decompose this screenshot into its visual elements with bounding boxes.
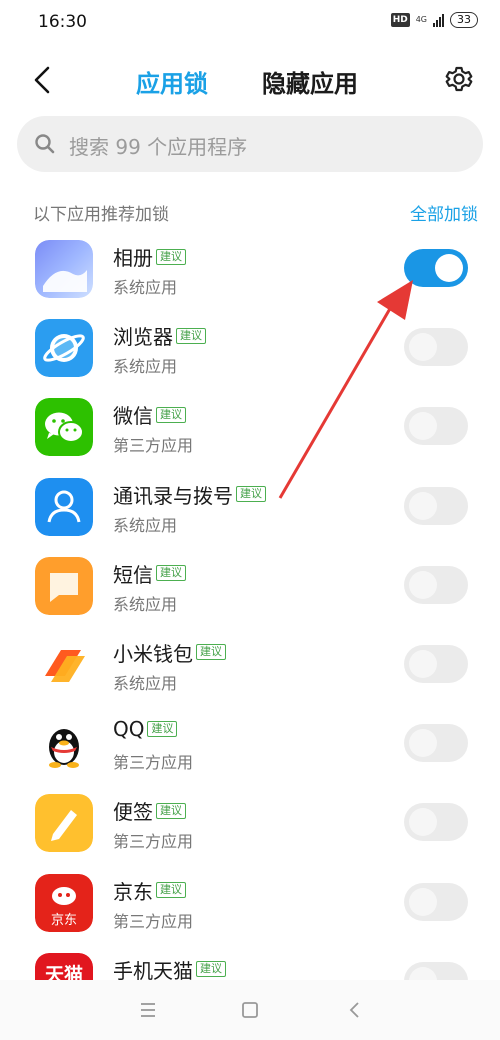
- list-item[interactable]: 小米钱包 建议 系统应用: [0, 626, 500, 705]
- qq-icon: [35, 715, 93, 774]
- lock-toggle[interactable]: [404, 249, 468, 287]
- app-type: 第三方应用: [113, 832, 194, 852]
- lock-toggle[interactable]: [404, 803, 468, 842]
- section-header: 以下应用推荐加锁 全部加锁: [0, 196, 500, 226]
- app-type: 系统应用: [113, 673, 178, 693]
- battery-icon: 33: [450, 12, 478, 28]
- app-type: 第三方应用: [113, 911, 194, 931]
- mi-wallet-icon: [35, 635, 93, 694]
- status-time: 16:30: [38, 12, 87, 32]
- lock-toggle[interactable]: [404, 486, 468, 525]
- lock-toggle[interactable]: [404, 407, 468, 446]
- back-icon[interactable]: [343, 998, 367, 1022]
- recommend-badge: 建议: [156, 882, 186, 898]
- navigation-bar: [0, 980, 500, 1040]
- lock-toggle[interactable]: [404, 328, 468, 367]
- app-name: 相册: [113, 246, 153, 270]
- app-name: 浏览器: [113, 325, 173, 350]
- jd-icon-label: 京东: [51, 913, 77, 928]
- list-item[interactable]: QQ 建议 第三方应用: [0, 705, 500, 784]
- recommend-badge: 建议: [196, 961, 226, 978]
- menu-icon[interactable]: [136, 998, 160, 1022]
- recommend-badge: 建议: [156, 802, 186, 819]
- app-type: 第三方应用: [113, 436, 194, 456]
- messages-icon: [35, 556, 93, 615]
- browser-icon: [35, 319, 93, 378]
- app-type: 系统应用: [113, 515, 178, 535]
- tab-hidden-apps[interactable]: 隐藏应用: [262, 64, 358, 99]
- home-icon[interactable]: [238, 998, 262, 1022]
- app-name: 通讯录与拨号: [113, 483, 233, 508]
- contacts-icon: [35, 477, 93, 536]
- search-icon: [35, 134, 55, 154]
- back-button[interactable]: [26, 62, 62, 98]
- list-item[interactable]: 微信 建议 第三方应用: [0, 388, 500, 467]
- recommend-badge: 建议: [147, 721, 178, 738]
- list-item[interactable]: 短信 建议 系统应用: [0, 547, 500, 626]
- recommend-badge: 建议: [236, 486, 266, 503]
- status-bar: 16:30 HD 4G 33: [0, 0, 500, 46]
- recommend-badge: 建议: [156, 565, 186, 582]
- list-item[interactable]: 京东 京东 建议 第三方应用: [0, 864, 500, 943]
- section-title: 以下应用推荐加锁: [33, 205, 169, 225]
- app-type: 第三方应用: [113, 753, 194, 773]
- search-placeholder: 搜索 99 个应用程序: [69, 135, 248, 159]
- recommend-badge: 建议: [196, 644, 226, 661]
- app-type: 系统应用: [113, 357, 178, 377]
- app-type: 系统应用: [113, 594, 178, 614]
- notes-icon: [35, 794, 93, 853]
- app-name: 短信: [113, 562, 153, 587]
- network-type: 4G: [415, 15, 427, 24]
- header: 应用锁 隐藏应用: [0, 52, 500, 108]
- app-name: 小米钱包: [113, 641, 193, 666]
- app-list: 相册 建议 系统应用 浏览器 建议 系统应用 微信 建议 第三方应用 通讯录与拨…: [0, 230, 500, 1022]
- signal-icon: [433, 13, 444, 27]
- app-name: QQ: [113, 717, 145, 742]
- list-item[interactable]: 便签 建议 第三方应用: [0, 784, 500, 863]
- list-item[interactable]: 通讯录与拨号 建议 系统应用: [0, 468, 500, 547]
- hd-icon: HD: [390, 13, 410, 27]
- search-input[interactable]: 搜索 99 个应用程序: [17, 116, 483, 172]
- tab-app-lock[interactable]: 应用锁: [136, 64, 208, 99]
- lock-toggle[interactable]: [404, 724, 468, 763]
- app-name: 便签: [113, 800, 153, 825]
- back-arrow-icon: [34, 66, 50, 94]
- status-icons: HD 4G 33: [390, 12, 478, 28]
- gallery-icon: [35, 240, 93, 298]
- jd-icon: 京东: [35, 873, 93, 932]
- wechat-icon: [35, 398, 93, 457]
- lock-toggle[interactable]: [404, 644, 468, 683]
- app-name: 微信: [113, 404, 153, 429]
- list-item[interactable]: 相册 建议 系统应用: [0, 230, 500, 309]
- lock-toggle[interactable]: [404, 882, 468, 921]
- app-type: 系统应用: [113, 278, 178, 297]
- recommend-badge: 建议: [176, 327, 206, 344]
- recommend-badge: 建议: [156, 406, 186, 423]
- settings-button[interactable]: [442, 62, 476, 96]
- gear-icon: [445, 66, 473, 92]
- recommend-badge: 建议: [156, 248, 186, 265]
- lock-toggle[interactable]: [404, 565, 468, 604]
- lock-all-button[interactable]: 全部加锁: [410, 200, 478, 225]
- list-item[interactable]: 浏览器 建议 系统应用: [0, 309, 500, 388]
- app-name: 京东: [113, 879, 153, 904]
